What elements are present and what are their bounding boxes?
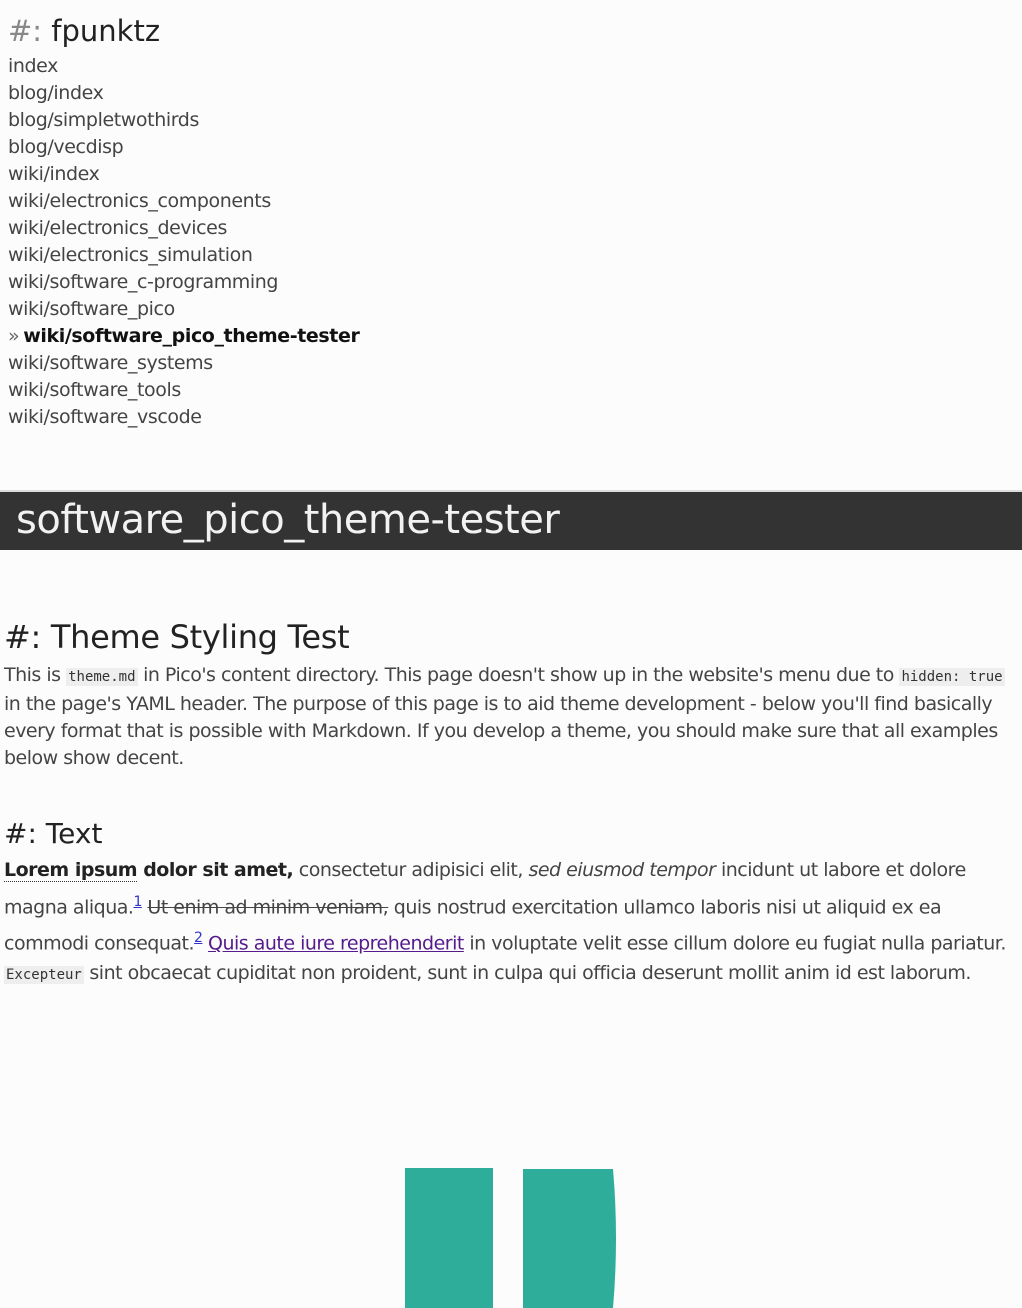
inline-code-excepteur: Excepteur [4, 966, 84, 985]
active-marker: » [8, 325, 20, 347]
page-title: software_pico_theme-tester [16, 497, 560, 543]
nav-item-wiki-electronics-simulation[interactable]: wiki/electronics_simulation [8, 242, 359, 269]
main-content: #: Theme Styling Test This is theme.md i… [4, 612, 1016, 991]
nav-item-wiki-electronics-components[interactable]: wiki/electronics_components [8, 188, 359, 215]
nav-item-blog-vecdisp[interactable]: blog/vecdisp [8, 134, 359, 161]
italic-text: sed eiusmod tempor [528, 859, 716, 881]
page-banner: software_pico_theme-tester [0, 490, 1022, 550]
nav-item-index[interactable]: index [8, 53, 359, 80]
nav-item-label: wiki/software_pico_theme-tester [23, 325, 360, 347]
heading-text: #: Text [4, 817, 103, 850]
nav-item-blog-index[interactable]: blog/index [8, 80, 359, 107]
footnote-link-1[interactable]: 1 [133, 894, 142, 910]
logo-left-bar [405, 1168, 493, 1308]
nav-item-wiki-software-c-programming[interactable]: wiki/software_c-programming [8, 269, 359, 296]
site-title[interactable]: #: fpunktz [8, 12, 160, 50]
text-6: in voluptate velit esse cillum dolore eu… [463, 932, 1006, 955]
nav-item-blog-simpletwothirds[interactable]: blog/simpletwothirds [8, 107, 359, 134]
pico-logo-image [405, 1168, 616, 1308]
nav-item-wiki-electronics-devices[interactable]: wiki/electronics_devices [8, 215, 359, 242]
text-1: consectetur adipisici elit, [293, 859, 529, 881]
strikethrough-text: Ut enim ad minim veniam, [147, 895, 389, 918]
logo-right-bar [523, 1169, 616, 1308]
nav-item-wiki-software-systems[interactable]: wiki/software_systems [8, 350, 359, 377]
nav-item-wiki-software-pico[interactable]: wiki/software_pico [8, 296, 359, 323]
site-header: #: fpunktz [8, 12, 160, 50]
inline-code-theme-md: theme.md [66, 668, 138, 686]
intro-text-3: in the page's YAML header. The purpose o… [4, 693, 998, 769]
site-nav: index blog/index blog/simpletwothirds bl… [8, 53, 360, 431]
nav-item-wiki-index[interactable]: wiki/index [8, 161, 359, 188]
heading-theme-styling-test: #: Theme Styling Test [4, 618, 350, 656]
nav-item-wiki-software-tools[interactable]: wiki/software_tools [8, 377, 359, 404]
nav-item-wiki-software-pico-theme-tester[interactable]: » wiki/software_pico_theme-tester [8, 323, 360, 350]
abbreviation[interactable]: Lorem ipsum [4, 859, 138, 882]
intro-text-1: This is [4, 664, 67, 686]
site-title-hash: #: [8, 14, 43, 48]
site-title-name: fpunktz [51, 14, 161, 48]
nav-item-wiki-software-vscode[interactable]: wiki/software_vscode [8, 404, 359, 431]
content-link[interactable]: Quis aute iure reprehenderit [208, 933, 464, 955]
intro-text-2: in Pico's content directory. This page d… [137, 664, 900, 686]
text-7: sint obcaecat cupiditat non proident, su… [83, 962, 971, 985]
footnote-ref-1: 1 [133, 891, 142, 910]
intro-paragraph: This is theme.md in Pico's content direc… [4, 662, 1016, 772]
bold-text: Lorem ipsum dolor sit amet, [4, 859, 294, 882]
inline-code-hidden-true: hidden: true [899, 668, 1005, 686]
text-paragraph: Lorem ipsum dolor sit amet, consectetur … [4, 856, 1016, 991]
bold-rest: dolor sit amet, [137, 859, 294, 881]
